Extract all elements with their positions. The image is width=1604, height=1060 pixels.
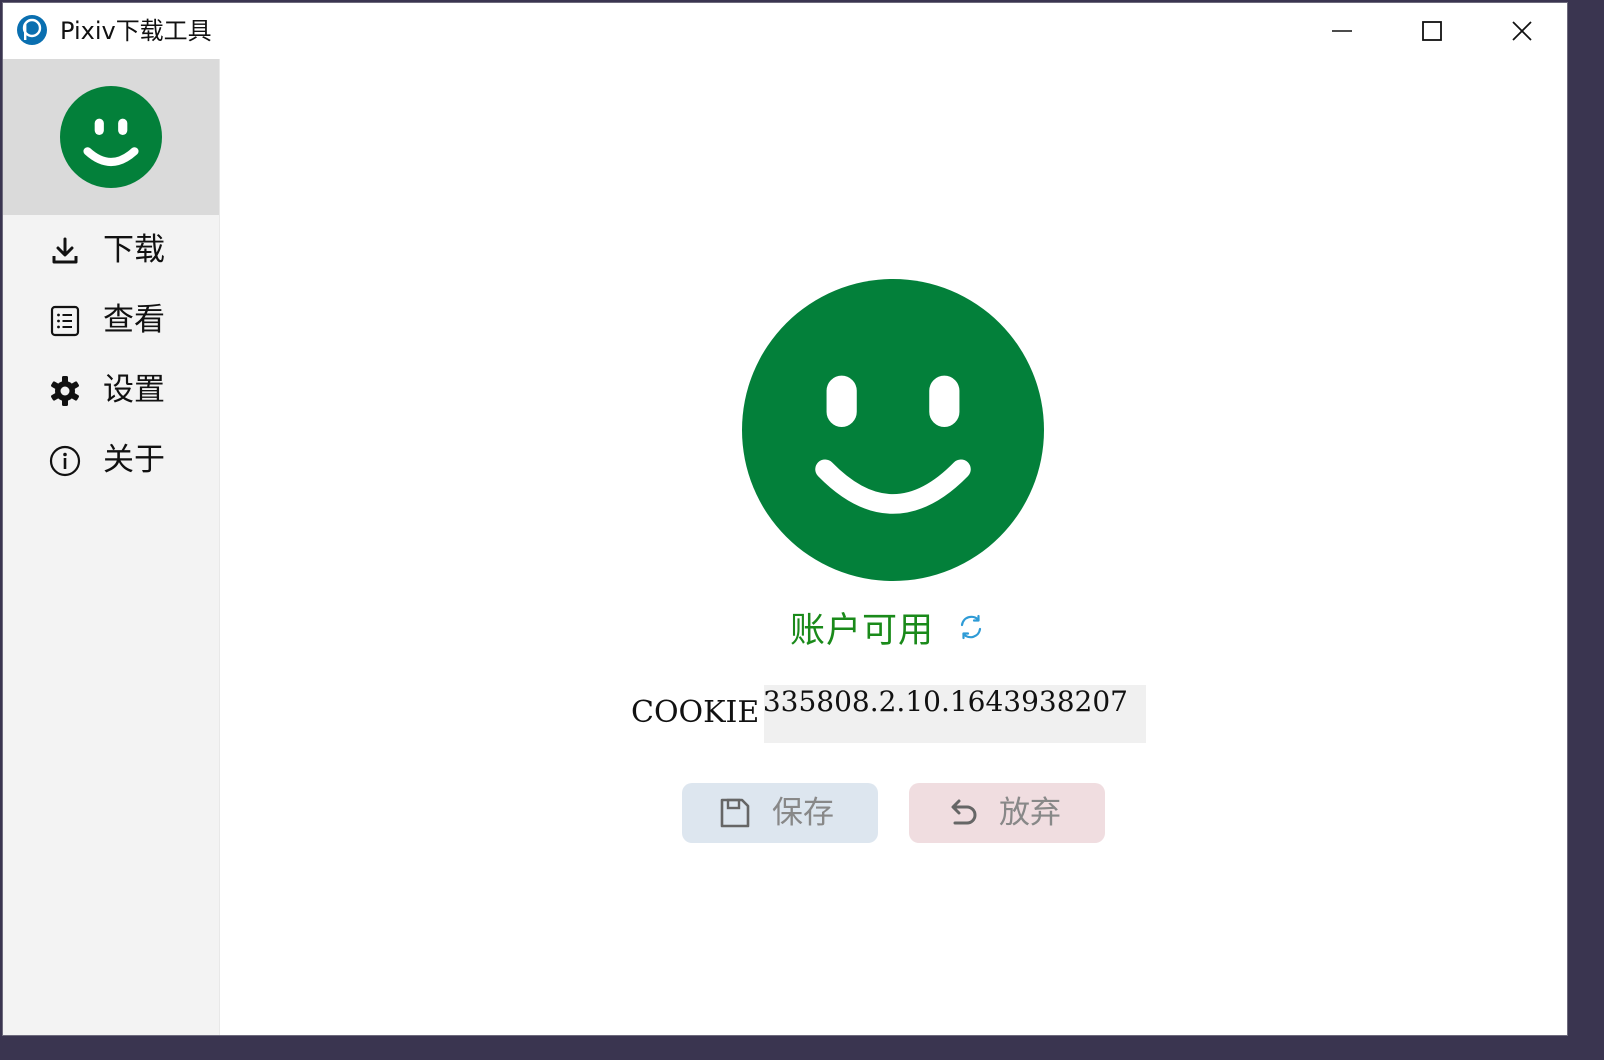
undo-icon (945, 796, 979, 830)
cookie-label: COOKIE (631, 695, 760, 730)
nav-label-settings: 设置 (103, 372, 165, 408)
download-icon (49, 235, 81, 267)
app-window: Pixiv下载工具 下载 查看 设置 关于 账户可用 COOKIE 335808… (2, 2, 1568, 1036)
save-button-label: 保存 (772, 795, 834, 831)
cookie-input[interactable]: 335808.2.10.1643938207 (764, 685, 1146, 743)
minimize-icon (1332, 30, 1352, 32)
refresh-icon[interactable] (956, 612, 986, 642)
nav-item-about[interactable]: 关于 (3, 425, 219, 495)
account-status-row: 账户可用 (790, 603, 986, 651)
sidebar: 下载 查看 设置 关于 (3, 59, 220, 1035)
discard-button-label: 放弃 (999, 795, 1061, 831)
gear-icon (49, 375, 81, 407)
nav-item-download[interactable]: 下载 (3, 215, 219, 285)
maximize-button[interactable] (1387, 3, 1477, 59)
minimize-button[interactable] (1297, 3, 1387, 59)
close-button[interactable] (1477, 3, 1567, 59)
pixiv-logo-icon (16, 14, 48, 46)
window-title: Pixiv下载工具 (60, 17, 212, 45)
account-status-text: 账户可用 (790, 610, 935, 651)
cookie-value: 335808.2.10.1643938207 (764, 685, 1128, 718)
nav-label-about: 关于 (103, 442, 165, 478)
info-icon (49, 445, 81, 477)
nav-item-settings[interactable]: 设置 (3, 355, 219, 425)
title-bar[interactable]: Pixiv下载工具 (3, 3, 1567, 59)
nav-label-download: 下载 (103, 232, 165, 268)
nav-label-view: 查看 (103, 302, 165, 338)
avatar-smiley-icon (60, 86, 162, 188)
sidebar-header (3, 59, 219, 215)
discard-button[interactable]: 放弃 (909, 783, 1105, 843)
save-button[interactable]: 保存 (682, 783, 878, 843)
account-status-smiley-icon (742, 279, 1044, 581)
nav-item-view[interactable]: 查看 (3, 285, 219, 355)
close-icon (1512, 21, 1532, 41)
main-content: 账户可用 COOKIE 335808.2.10.1643938207 保存 放弃 (220, 59, 1567, 1035)
maximize-icon (1422, 21, 1442, 41)
save-icon (718, 796, 752, 830)
list-icon (49, 305, 81, 337)
